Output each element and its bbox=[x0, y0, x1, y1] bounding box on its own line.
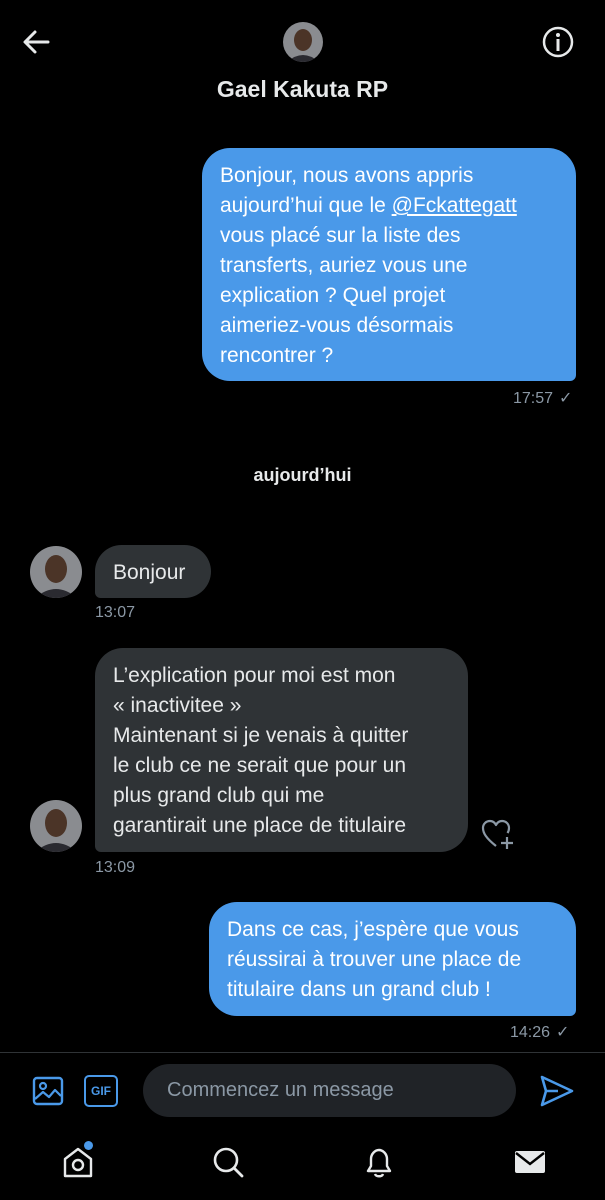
message-bubble-incoming[interactable]: Bonjour bbox=[95, 545, 211, 598]
message-line: Bonjour, nous avons appris bbox=[220, 164, 474, 187]
message-line: rencontrer ? bbox=[220, 344, 334, 367]
home-icon[interactable] bbox=[61, 1145, 95, 1179]
send-icon[interactable] bbox=[538, 1073, 576, 1109]
message-line: aujourd’hui que le @Fckattegatt bbox=[220, 191, 558, 221]
message-bubble-incoming[interactable]: L’explication pour moi est mon « inactiv… bbox=[95, 648, 468, 852]
gif-button[interactable]: GIF bbox=[84, 1075, 118, 1107]
message-line: réussirai à trouver une place de bbox=[227, 948, 522, 971]
avatar[interactable] bbox=[30, 800, 82, 852]
message-line: garantirait une place de titulaire bbox=[113, 814, 407, 837]
message-timestamp: 13:07 bbox=[95, 604, 136, 621]
page-title: Gael Kakuta RP bbox=[216, 76, 389, 102]
search-icon[interactable] bbox=[211, 1145, 245, 1179]
message-line: « inactivitee » bbox=[113, 694, 242, 717]
day-separator: aujourd’hui bbox=[253, 465, 352, 485]
message-bubble-outgoing[interactable]: Dans ce cas, j’espère que vous réussirai… bbox=[209, 902, 576, 1016]
check-icon: ✓ bbox=[559, 390, 573, 407]
message-timestamp: 14:26 ✓ bbox=[510, 1022, 569, 1042]
message-line: le club ce ne serait que pour un bbox=[113, 754, 407, 777]
message-line-text: aujourd’hui que le bbox=[220, 194, 392, 217]
timestamp-text: 17:57 bbox=[513, 390, 554, 407]
message-line: Bonjour bbox=[113, 561, 186, 584]
mail-icon[interactable] bbox=[513, 1145, 547, 1179]
heart-plus-icon[interactable] bbox=[480, 818, 516, 852]
conversation-header: Gael Kakuta RP bbox=[0, 0, 605, 112]
message-line: explication ? Quel projet bbox=[220, 284, 446, 307]
avatar[interactable] bbox=[283, 22, 323, 62]
message-line: Maintenant si je venais à quitter bbox=[113, 724, 409, 747]
message-line: L’explication pour moi est mon bbox=[113, 664, 396, 687]
check-icon: ✓ bbox=[556, 1024, 570, 1041]
message-bubble-outgoing[interactable]: Bonjour, nous avons appris aujourd’hui q… bbox=[202, 148, 576, 381]
message-input[interactable] bbox=[143, 1064, 516, 1117]
message-timestamp: 13:09 bbox=[95, 859, 136, 876]
bell-icon[interactable] bbox=[362, 1145, 396, 1179]
message-line: aimeriez-vous désormais bbox=[220, 314, 454, 337]
message-line: plus grand club qui me bbox=[113, 784, 325, 807]
timestamp-text: 14:26 bbox=[510, 1024, 551, 1041]
message-line: titulaire dans un grand club ! bbox=[227, 978, 491, 1001]
message-timestamp: 17:57 ✓ bbox=[513, 388, 572, 408]
image-icon[interactable] bbox=[32, 1075, 64, 1107]
notification-dot bbox=[84, 1141, 93, 1150]
arrow-left-icon[interactable] bbox=[20, 26, 52, 58]
message-line: vous placé sur la liste des bbox=[220, 224, 461, 247]
mention-link[interactable]: @Fckattegatt bbox=[392, 194, 517, 217]
avatar[interactable] bbox=[30, 546, 82, 598]
message-line: Dans ce cas, j’espère que vous bbox=[227, 918, 519, 941]
message-line: transferts, auriez vous une bbox=[220, 254, 468, 277]
info-circle-icon[interactable] bbox=[540, 24, 576, 60]
